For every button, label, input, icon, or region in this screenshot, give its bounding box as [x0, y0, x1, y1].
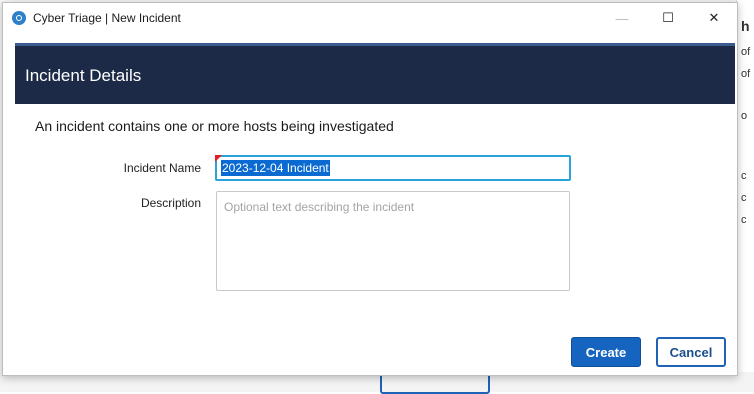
incident-name-input[interactable]: 2023-12-04 Incident — [215, 155, 571, 181]
new-incident-dialog: Cyber Triage | New Incident — ☐ ✕ Incide… — [2, 2, 738, 376]
background-text-fragment: h — [741, 18, 750, 34]
minimize-icon: — — [615, 10, 629, 26]
title-bar[interactable]: Cyber Triage | New Incident — ☐ ✕ — [3, 3, 737, 33]
description-label: Description — [140, 196, 201, 210]
incident-details-header: Incident Details — [15, 43, 735, 104]
background-button-edge — [380, 376, 490, 394]
background-text-fragment: c — [741, 192, 747, 204]
background-text-fragment: c — [741, 170, 747, 182]
required-field-marker — [215, 155, 222, 162]
window-controls: — ☐ ✕ — [599, 3, 737, 33]
background-text-fragment: of — [741, 46, 751, 58]
incident-name-value: 2023-12-04 Incident — [221, 160, 330, 176]
header-title: Incident Details — [25, 66, 142, 85]
background-text-fragment: c — [741, 214, 747, 226]
background-right-edge: h of of o c c c — [736, 0, 754, 392]
create-button[interactable]: Create — [571, 337, 641, 367]
maximize-button[interactable]: ☐ — [645, 3, 691, 33]
description-textarea[interactable]: Optional text describing the incident — [216, 191, 570, 291]
minimize-button[interactable]: — — [599, 3, 645, 33]
maximize-icon: ☐ — [662, 10, 674, 25]
intro-text: An incident contains one or more hosts b… — [35, 118, 394, 134]
close-button[interactable]: ✕ — [691, 3, 737, 33]
background-text-fragment: o — [741, 110, 748, 122]
background-text-fragment: of — [741, 68, 751, 80]
description-placeholder: Optional text describing the incident — [224, 200, 415, 214]
window-title: Cyber Triage | New Incident — [33, 11, 181, 25]
incident-name-label: Incident Name — [123, 161, 201, 175]
cyber-triage-app-icon — [12, 11, 26, 25]
cancel-button[interactable]: Cancel — [656, 337, 726, 367]
close-icon: ✕ — [708, 10, 720, 25]
